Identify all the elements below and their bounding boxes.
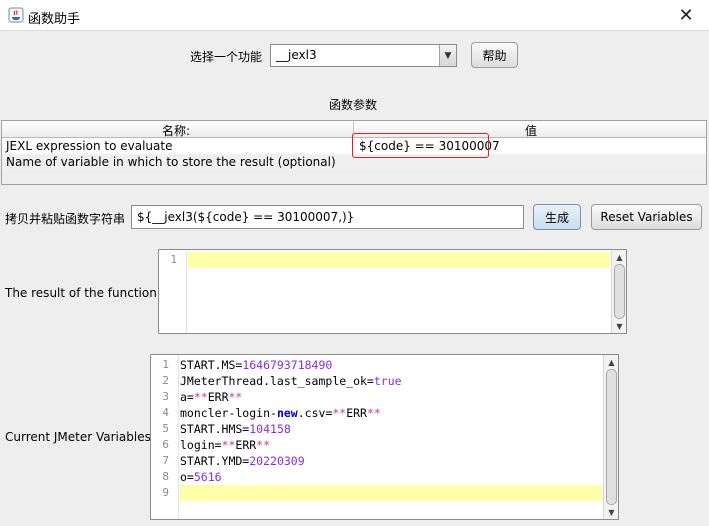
line-number: 1	[162, 358, 169, 371]
column-header-name[interactable]: 名称:	[162, 122, 190, 139]
scroll-up-icon[interactable]: ▲	[612, 250, 626, 264]
function-string-field[interactable]: ${__jexl3(${code} == 30100007,)}	[131, 205, 524, 229]
result-current-line[interactable]	[188, 252, 610, 268]
function-combobox[interactable]: __jexl3 ▼	[270, 44, 457, 67]
line-number-gutter: 1 2 3 4 5 6 7 8 9	[151, 355, 179, 519]
line-number: 5	[162, 422, 169, 435]
window-title: 函数助手	[28, 12, 81, 27]
params-section-title: 函数参数	[329, 98, 378, 112]
variable-line[interactable]: login=**ERR**	[180, 437, 270, 453]
function-combobox-value: __jexl3	[276, 48, 317, 62]
params-table-header: 名称: 值	[2, 121, 706, 138]
scroll-down-icon[interactable]: ▼	[604, 505, 618, 519]
line-number: 1	[170, 253, 177, 266]
param-name-cell: JEXL expression to evaluate	[6, 139, 173, 153]
param-name-cell: Name of variable in which to store the r…	[6, 155, 336, 169]
scroll-up-icon[interactable]: ▲	[604, 355, 618, 369]
line-number: 7	[162, 454, 169, 467]
table-row[interactable]: Name of variable in which to store the r…	[2, 154, 706, 170]
reset-variables-button[interactable]: Reset Variables	[591, 204, 702, 230]
scrollbar-thumb[interactable]	[606, 369, 617, 505]
variables-scrollbar[interactable]: ▲ ▼	[603, 355, 618, 519]
line-number: 8	[162, 470, 169, 483]
variable-line[interactable]: o=5616	[180, 469, 222, 485]
column-divider[interactable]	[353, 121, 354, 138]
variable-line[interactable]: START.HMS=104158	[180, 421, 291, 437]
line-number: 3	[162, 390, 169, 403]
scroll-down-icon[interactable]: ▼	[612, 319, 626, 333]
variable-line[interactable]: START.YMD=20220309	[180, 453, 305, 469]
line-number: 2	[162, 374, 169, 387]
scrollbar-thumb[interactable]	[614, 264, 625, 319]
variables-editor[interactable]: 1 2 3 4 5 6 7 8 9 START.MS=1646793718490 JMeterTh…	[150, 354, 619, 520]
help-button[interactable]: 帮助	[471, 42, 518, 68]
result-scrollbar[interactable]: ▲ ▼	[611, 250, 626, 333]
java-app-icon	[8, 7, 24, 23]
result-editor[interactable]: 1 ▲ ▼	[158, 249, 627, 334]
variable-line[interactable]: JMeterThread.last_sample_ok=true	[180, 373, 402, 389]
param-value-cell[interactable]: ${code} == 30100007	[359, 139, 500, 153]
line-number: 6	[162, 438, 169, 451]
variables-label: Current JMeter Variables	[5, 430, 151, 444]
result-label: The result of the function is	[5, 286, 171, 300]
line-number: 9	[162, 486, 169, 499]
params-table: 名称: 值 JEXL expression to evaluate ${code…	[1, 120, 707, 185]
line-number: 4	[162, 406, 169, 419]
table-row[interactable]: JEXL expression to evaluate ${code} == 3…	[2, 138, 706, 154]
variable-line[interactable]: a=**ERR**	[180, 389, 242, 405]
chevron-down-icon[interactable]: ▼	[439, 45, 456, 66]
variable-line[interactable]: moncler-login-new.csv=**ERR**	[180, 405, 381, 421]
variable-line[interactable]	[180, 485, 602, 501]
line-number-gutter: 1	[159, 250, 187, 333]
title-bar: 函数助手 ✕	[0, 0, 709, 31]
function-select-label: 选择一个功能	[190, 50, 263, 64]
function-string-label: 拷贝并粘贴函数字符串	[5, 212, 126, 226]
close-icon[interactable]: ✕	[663, 0, 709, 31]
variable-line[interactable]: START.MS=1646793718490	[180, 357, 332, 373]
generate-button[interactable]: 生成	[533, 204, 581, 230]
column-header-value[interactable]: 值	[525, 122, 537, 139]
